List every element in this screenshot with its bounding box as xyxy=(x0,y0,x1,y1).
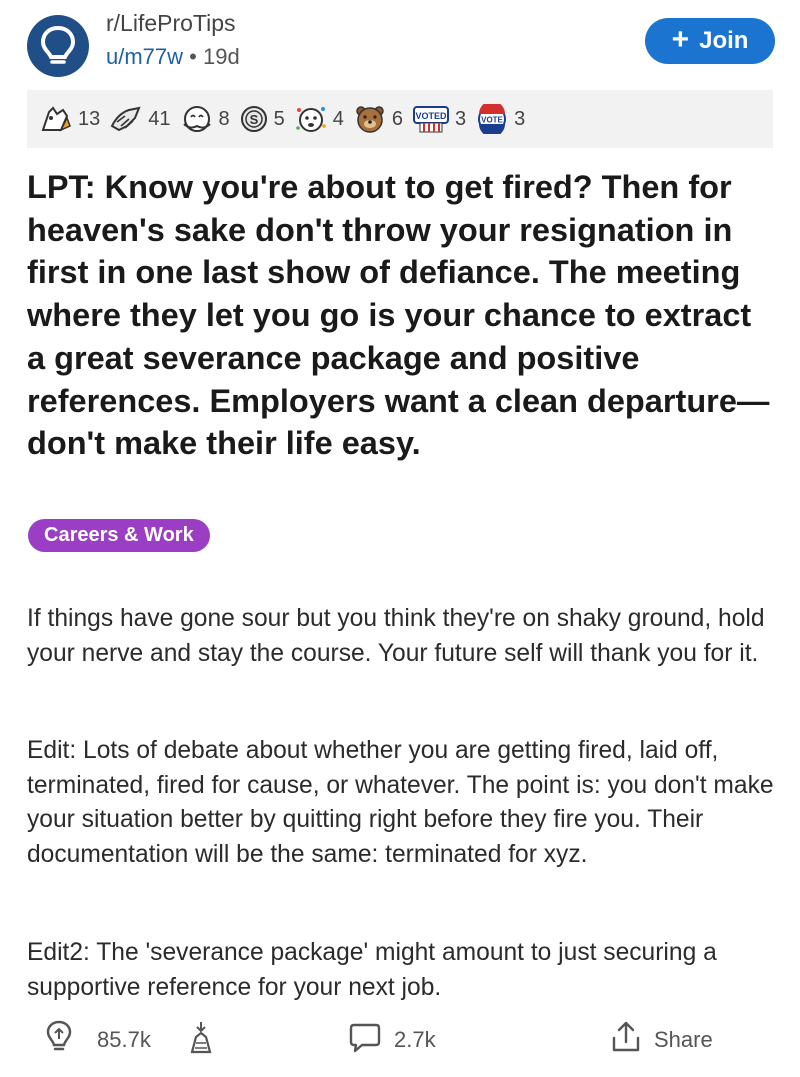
award-count: 8 xyxy=(218,107,230,130)
post-flair[interactable]: Careers & Work xyxy=(28,519,210,552)
post-header: r/LifeProTips u/m77w • 19d + Join xyxy=(0,0,800,88)
award-count: 3 xyxy=(455,107,467,130)
award-party[interactable]: 4 xyxy=(294,104,344,134)
award-count: 3 xyxy=(514,107,526,130)
post-body-paragraph: Edit2: The 'severance package' might amo… xyxy=(27,939,717,1001)
post-body-paragraph: If things have gone sour but you think t… xyxy=(27,605,765,667)
comments-button[interactable]: 2.7k xyxy=(348,1010,436,1070)
author-username[interactable]: u/m77w xyxy=(106,44,183,69)
post-body-paragraph: Edit: Lots of debate about whether you a… xyxy=(27,737,774,868)
party-face-icon xyxy=(294,104,328,134)
plus-icon: + xyxy=(671,22,690,56)
vote-pin-icon: VOTE xyxy=(475,104,509,134)
voted-sign-icon: VOTED xyxy=(412,104,450,134)
award-count: 4 xyxy=(332,107,344,130)
wholesome-hands-icon xyxy=(39,104,73,134)
svg-text:S: S xyxy=(249,112,258,127)
share-upload-icon xyxy=(610,1020,642,1060)
vote-count: 85.7k xyxy=(97,1027,151,1052)
award-count: 5 xyxy=(273,107,285,130)
post-age: 19d xyxy=(203,44,240,69)
helpful-hands-icon xyxy=(109,104,143,134)
post-meta: u/m77w • 19d xyxy=(106,44,240,70)
bear-face-icon xyxy=(353,104,387,134)
upvote-button[interactable] xyxy=(45,1010,73,1070)
comment-count: 2.7k xyxy=(394,1027,436,1052)
silver-coin-icon: S xyxy=(239,104,269,134)
join-button-label: Join xyxy=(699,27,749,54)
award-count: 41 xyxy=(148,107,171,130)
svg-text:VOTE: VOTE xyxy=(481,116,503,125)
svg-text:VOTED: VOTED xyxy=(415,111,447,121)
meta-separator: • xyxy=(189,44,197,69)
post-actions-bar: 85.7k 2.7k Share xyxy=(0,1010,800,1070)
hug-face-icon xyxy=(180,104,214,134)
upvote-lightbulb-icon xyxy=(45,1019,73,1061)
share-button[interactable]: Share xyxy=(610,1010,713,1070)
award-count: 13 xyxy=(78,107,101,130)
award-bear[interactable]: 6 xyxy=(353,104,403,134)
award-vote[interactable]: VOTE 3 xyxy=(475,104,525,134)
comment-bubble-icon xyxy=(348,1021,382,1059)
award-silver[interactable]: S 5 xyxy=(239,104,285,134)
join-button[interactable]: + Join xyxy=(645,18,775,64)
share-label: Share xyxy=(654,1027,713,1052)
award-voted[interactable]: VOTED 3 xyxy=(412,104,466,134)
award-hug[interactable]: 8 xyxy=(180,104,230,134)
post-title[interactable]: LPT: Know you're about to get fired? The… xyxy=(27,166,777,465)
award-wholesome[interactable]: 13 xyxy=(39,104,100,134)
award-count: 6 xyxy=(391,107,403,130)
downvote-hands-icon xyxy=(188,1019,214,1061)
awards-bar[interactable]: 13 41 8 S 5 4 6 VOTED 3 VOTE 3 xyxy=(27,90,773,148)
award-helpful[interactable]: 41 xyxy=(109,104,171,134)
subreddit-name[interactable]: r/LifeProTips xyxy=(106,10,236,37)
subreddit-lightbulb-icon[interactable] xyxy=(27,15,89,77)
downvote-button[interactable] xyxy=(188,1010,214,1070)
